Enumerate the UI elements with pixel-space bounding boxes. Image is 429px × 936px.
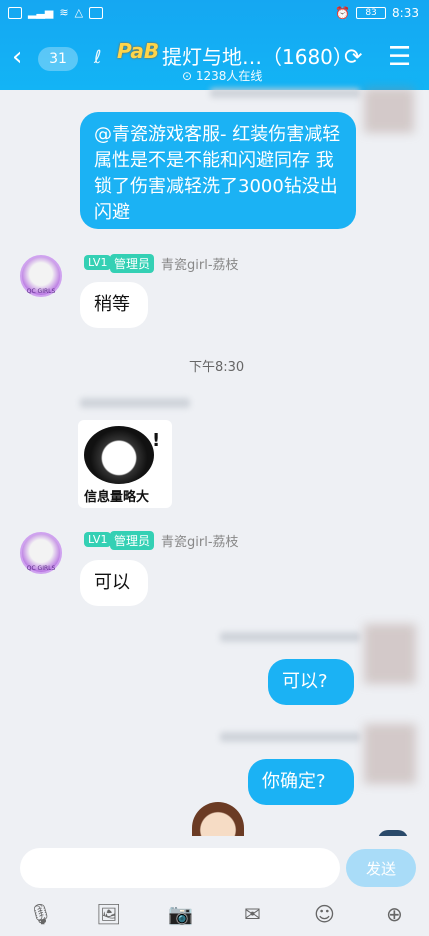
- time-divider: 下午8:30: [189, 360, 245, 375]
- message-text: 可以: [94, 572, 130, 593]
- menu-icon[interactable]: ☰: [388, 42, 411, 72]
- panda-face: [84, 426, 154, 484]
- group-call-icon[interactable]: ⟳: [344, 45, 362, 70]
- level-badge: LV1: [84, 255, 112, 270]
- unread-count-badge[interactable]: 31: [38, 47, 78, 71]
- sticker-caption: 信息量略大: [84, 490, 150, 505]
- role-badge: 管理员: [110, 254, 155, 273]
- admin-avatar[interactable]: QC GIRLS: [20, 255, 62, 297]
- camera-icon[interactable]: 📷: [168, 902, 193, 926]
- app-notification-icon: [89, 6, 104, 19]
- signal-icon: ▂▃▅: [28, 6, 54, 19]
- incoming-message[interactable]: 可以: [80, 560, 148, 606]
- outgoing-message[interactable]: 你确定?: [248, 759, 354, 805]
- level-badge: LV1: [84, 532, 112, 547]
- image-icon[interactable]: 🖼: [96, 902, 121, 926]
- role-badge: 管理员: [110, 531, 155, 550]
- blurred-avatar: [364, 88, 414, 133]
- blurred-sender: [80, 398, 190, 408]
- red-packet-icon[interactable]: ✉: [244, 902, 261, 926]
- wifi-icon: ≋: [59, 6, 69, 19]
- blurred-text: [220, 732, 360, 742]
- outgoing-message[interactable]: @青瓷游戏客服- 红装伤害减轻属性是不是不能和闪避同存 我锁了伤害减轻洗了300…: [80, 112, 356, 229]
- microphone-icon[interactable]: 🎙: [28, 902, 53, 926]
- sim-icon: [8, 6, 22, 19]
- outgoing-message[interactable]: 可以?: [268, 659, 354, 705]
- chat-header: ▂▃▅ ≋ △ ⏰ 83 8:33 ‹ 31 ℓ PaB 提灯与地…（1680）…: [0, 0, 429, 90]
- status-bar-left: ▂▃▅ ≋ △: [8, 6, 104, 19]
- blurred-avatar: [364, 724, 416, 784]
- message-text: 可以?: [282, 671, 328, 692]
- emoji-icon[interactable]: ☺: [314, 902, 335, 926]
- group-title[interactable]: 提灯与地…（1680）: [162, 41, 353, 70]
- alarm-icon: ⏰: [335, 6, 351, 20]
- message-text: @青瓷游戏客服- 红装伤害减轻属性是不是不能和闪避同存 我锁了伤害减轻洗了300…: [94, 124, 341, 223]
- blurred-avatar: [364, 624, 416, 684]
- sender-name: 青瓷girl-荔枝: [161, 535, 239, 550]
- status-time: 8:33: [392, 6, 419, 20]
- online-count: ⊙ 1238人在线: [182, 69, 263, 83]
- input-bar: 发送 🎙 🖼 📷 ✉ ☺ ⊕: [0, 836, 429, 936]
- incoming-message[interactable]: 稍等: [80, 282, 148, 328]
- message-text: 稍等: [94, 294, 130, 315]
- exclamation-mark: !: [152, 430, 161, 451]
- plus-icon[interactable]: ⊕: [386, 902, 403, 926]
- message-text: 你确定?: [262, 771, 326, 792]
- warning-icon: △: [74, 6, 84, 19]
- message-input[interactable]: [20, 848, 340, 888]
- blurred-text: [220, 632, 360, 642]
- send-button[interactable]: 发送: [346, 849, 416, 887]
- battery-icon: 83: [356, 7, 387, 19]
- blurred-text: [210, 88, 360, 98]
- sticker-image[interactable]: ! 信息量略大: [78, 420, 172, 508]
- sender-name: 青瓷girl-荔枝: [161, 258, 239, 273]
- earpiece-icon[interactable]: ℓ: [94, 47, 101, 68]
- admin-avatar[interactable]: QC GIRLS: [20, 532, 62, 574]
- status-bar-right: ⏰ 83 8:33: [335, 6, 419, 20]
- back-button[interactable]: ‹: [12, 44, 22, 70]
- group-logo: PaB: [117, 39, 160, 63]
